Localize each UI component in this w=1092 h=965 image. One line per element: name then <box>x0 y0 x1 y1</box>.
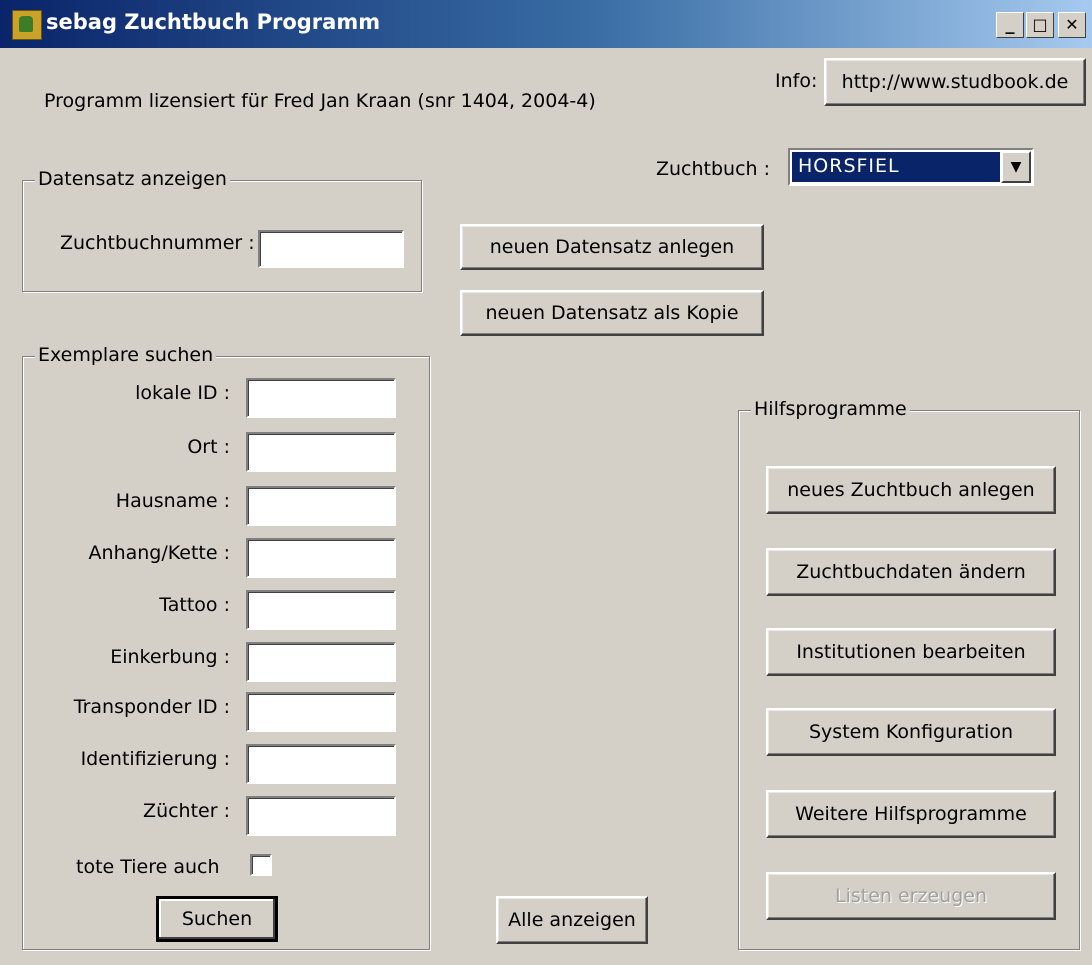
show-all-button[interactable]: Alle anzeigen <box>496 896 648 944</box>
field-label-transponder-id: Transponder ID : <box>73 696 230 718</box>
search-button[interactable]: Suchen <box>156 896 278 942</box>
new-copy-button[interactable]: neuen Datensatz als Kopie <box>460 290 764 336</box>
zuchtbuch-label: Zuchtbuch : <box>656 158 771 180</box>
more-tools-button[interactable]: Weitere Hilfsprogramme <box>766 790 1056 838</box>
info-label: Info: <box>775 70 818 92</box>
edit-studbook-data-button[interactable]: Zuchtbuchdaten ändern <box>766 548 1056 596</box>
maximize-button[interactable]: □ <box>1026 12 1054 38</box>
tattoo-input[interactable] <box>246 590 396 630</box>
license-text: Programm lizensiert für Fred Jan Kraan (… <box>44 90 596 112</box>
field-label-einkerbung: Einkerbung : <box>110 646 230 668</box>
identifizierung-input[interactable] <box>246 744 396 784</box>
tools-group-title: Hilfsprogramme <box>751 398 910 420</box>
field-label-lokale-id: lokale ID : <box>135 382 230 404</box>
new-record-button[interactable]: neuen Datensatz anlegen <box>460 224 764 270</box>
field-label-tattoo: Tattoo : <box>159 594 230 616</box>
zuchtbuchnummer-input[interactable] <box>258 230 404 268</box>
transponder-id-input[interactable] <box>246 692 396 732</box>
lokale-id-input[interactable] <box>246 378 396 418</box>
title-bar[interactable]: sebag Zuchtbuch Programm _ □ ✕ <box>0 0 1092 48</box>
zuchtbuch-select[interactable]: HORSFIEL ▼ <box>788 148 1034 186</box>
ort-input[interactable] <box>246 432 396 472</box>
field-label-hausname: Hausname : <box>115 490 230 512</box>
new-studbook-button[interactable]: neues Zuchtbuch anlegen <box>766 466 1056 514</box>
hausname-input[interactable] <box>246 486 396 526</box>
einkerbung-input[interactable] <box>246 642 396 682</box>
close-button[interactable]: ✕ <box>1058 12 1086 38</box>
system-configuration-button[interactable]: System Konfiguration <box>766 708 1056 756</box>
chevron-down-icon[interactable]: ▼ <box>1001 151 1031 183</box>
dead-animals-checkbox[interactable] <box>250 854 272 876</box>
edit-institutions-button[interactable]: Institutionen bearbeiten <box>766 628 1056 676</box>
field-label-anhang-kette: Anhang/Kette : <box>88 542 230 564</box>
field-label-zuechter: Züchter : <box>143 800 230 822</box>
anhang-kette-input[interactable] <box>246 538 396 578</box>
main-window: sebag Zuchtbuch Programm _ □ ✕ Info: htt… <box>0 0 1092 965</box>
dead-animals-label: tote Tiere auch <box>76 856 220 878</box>
app-icon[interactable] <box>12 10 42 40</box>
zuchtbuch-selected-value: HORSFIEL <box>792 152 1000 182</box>
zuechter-input[interactable] <box>246 796 396 836</box>
field-label-ort: Ort : <box>187 436 230 458</box>
field-label-identifizierung: Identifizierung : <box>80 748 230 770</box>
datensatz-group-title: Datensatz anzeigen <box>35 168 230 190</box>
minimize-button[interactable]: _ <box>996 12 1024 38</box>
window-title: sebag Zuchtbuch Programm <box>46 10 381 34</box>
search-group-title: Exemplare suchen <box>35 344 217 366</box>
zuchtbuchnummer-label: Zuchtbuchnummer : <box>60 232 255 254</box>
generate-lists-button: Listen erzeugen <box>766 872 1056 920</box>
studbook-link-button[interactable]: http://www.studbook.de <box>824 58 1086 106</box>
